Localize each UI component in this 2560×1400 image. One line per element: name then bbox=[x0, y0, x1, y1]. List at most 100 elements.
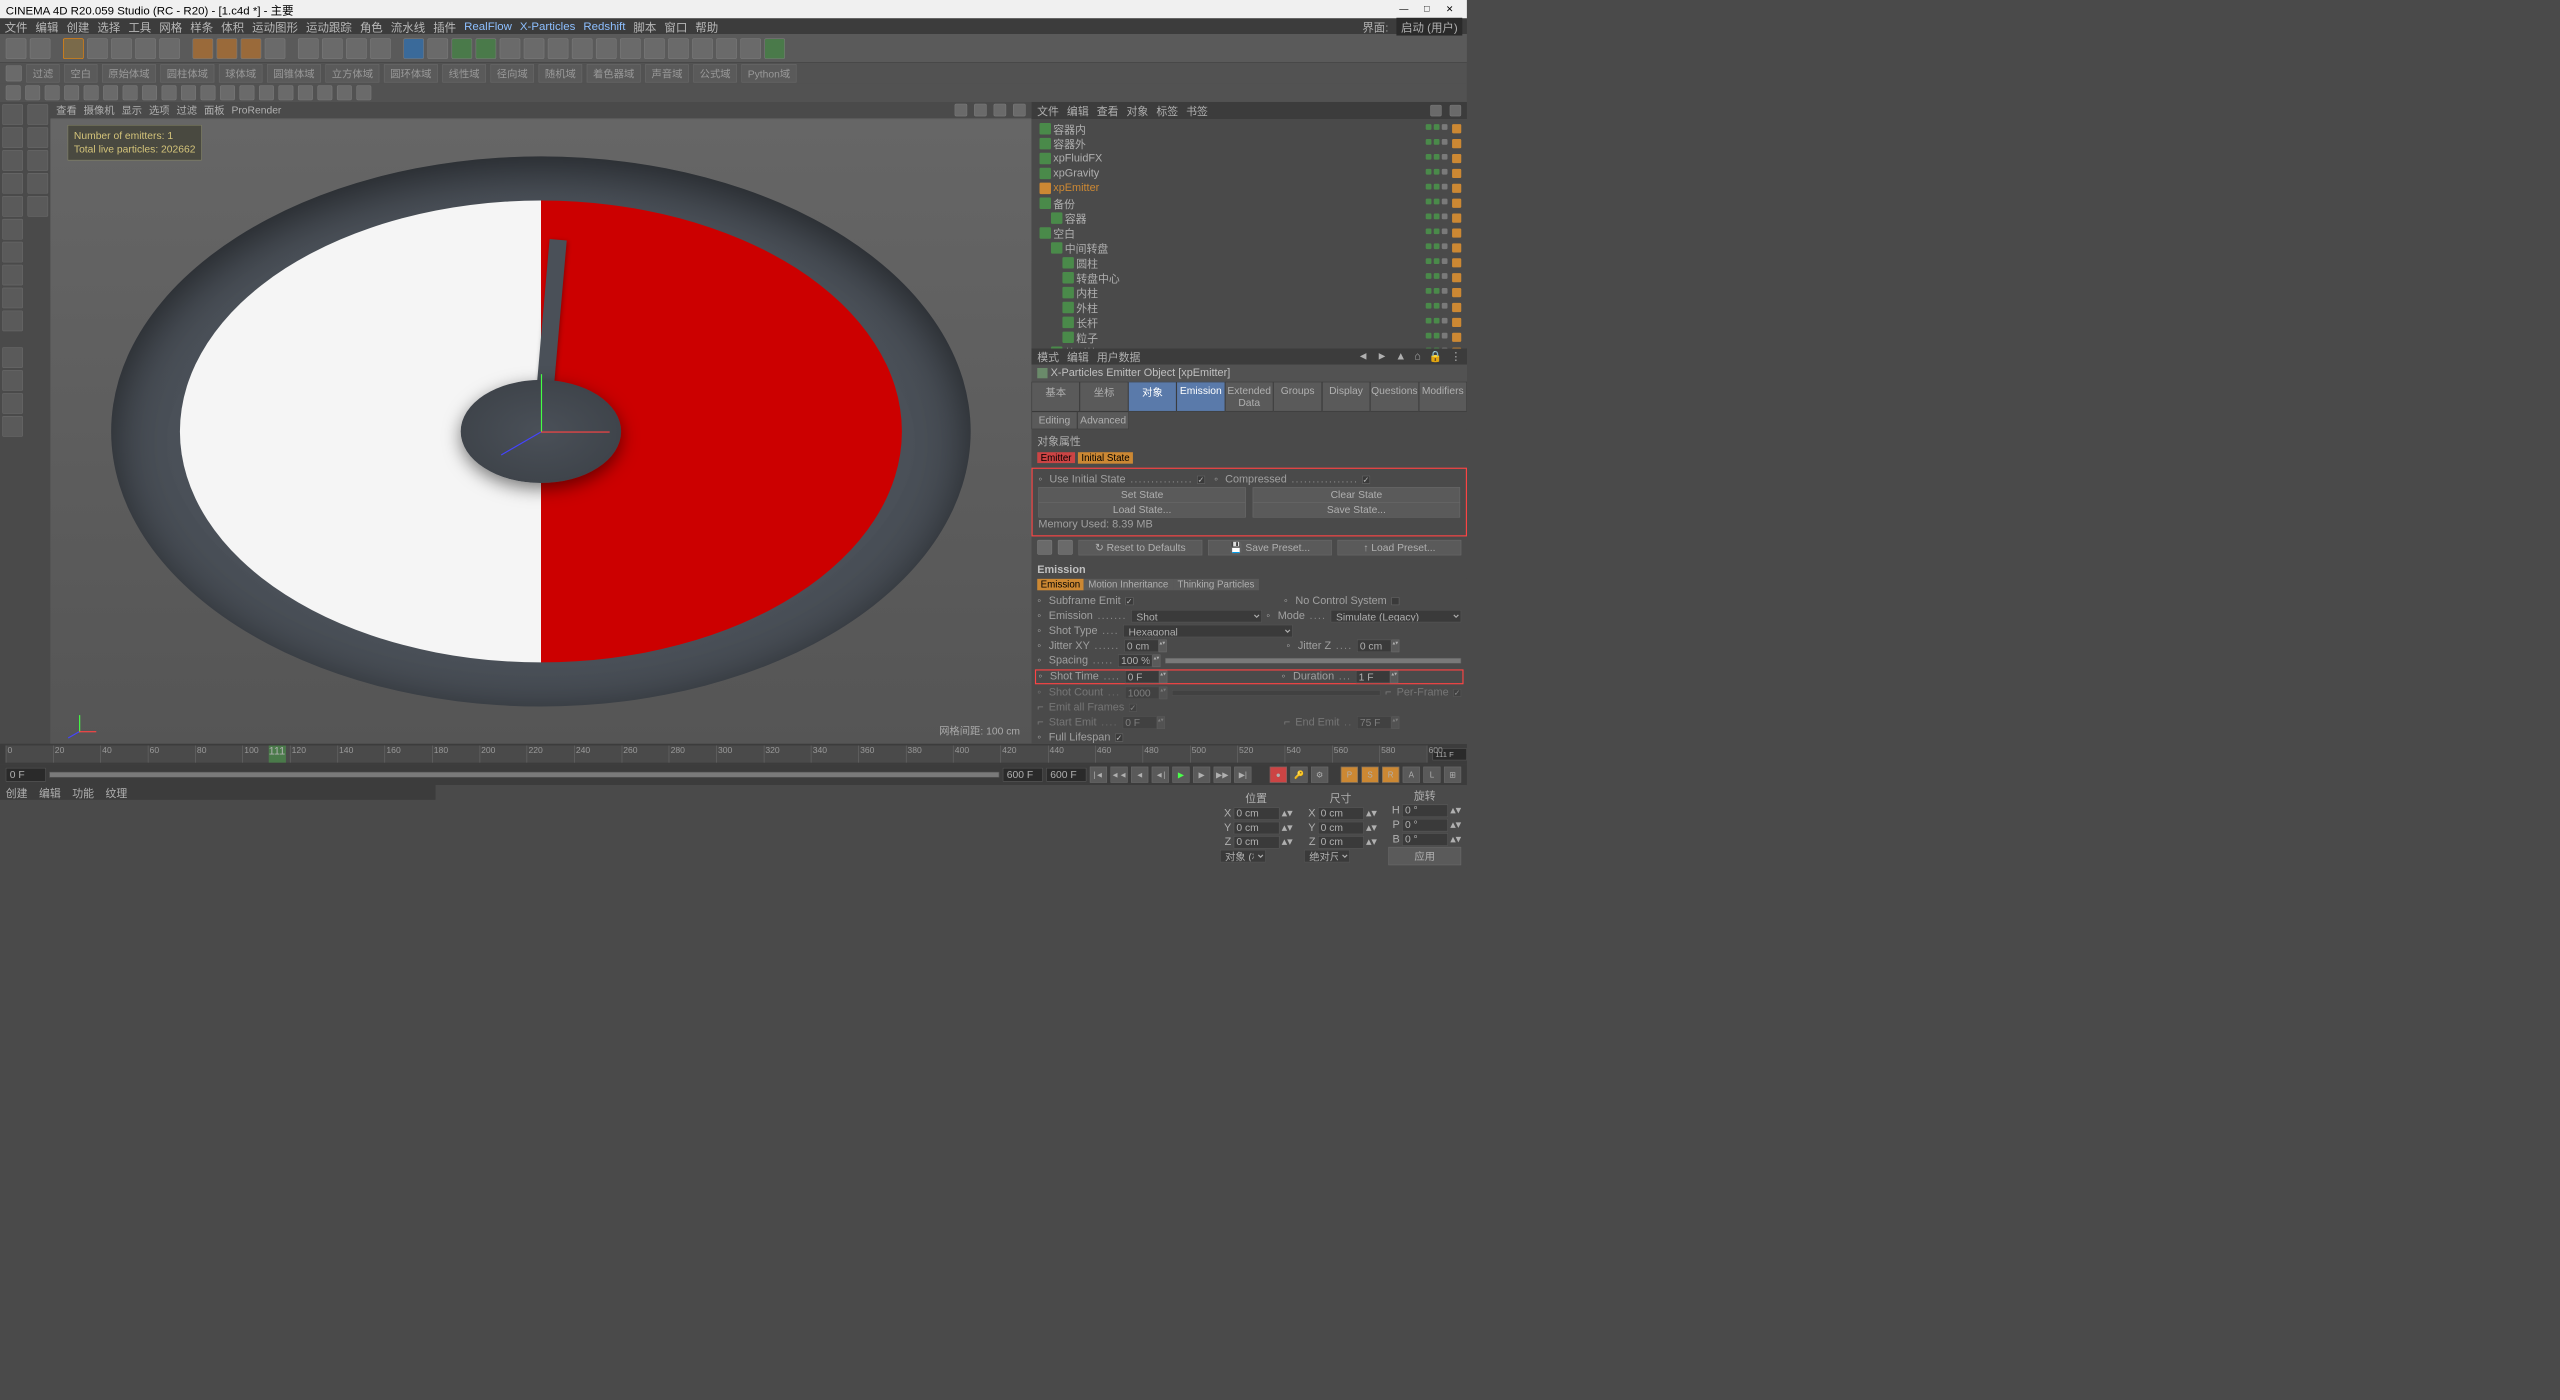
attr-fwd-icon[interactable]: ► bbox=[1376, 350, 1387, 363]
mod-10-icon[interactable] bbox=[181, 85, 196, 100]
object-row[interactable]: 容器 bbox=[1031, 211, 1466, 226]
subtool-sound[interactable]: 声音域 bbox=[645, 64, 689, 82]
playstart-input[interactable] bbox=[6, 768, 46, 782]
light-icon[interactable] bbox=[596, 38, 617, 59]
object-row[interactable]: 圆柱 bbox=[1031, 256, 1466, 271]
attr-up-icon[interactable]: ▲ bbox=[1395, 350, 1406, 363]
nocontrol-checkbox[interactable] bbox=[1391, 597, 1399, 605]
clear-state-button[interactable]: Clear State bbox=[1253, 487, 1460, 502]
subtool-formula[interactable]: 公式域 bbox=[693, 64, 737, 82]
vp-filter[interactable]: 过滤 bbox=[176, 103, 197, 118]
pos-x-input[interactable] bbox=[1234, 807, 1280, 820]
attr-lock-icon[interactable]: 🔒 bbox=[1429, 350, 1443, 364]
menu-select[interactable]: 选择 bbox=[97, 18, 120, 35]
range-slider[interactable] bbox=[49, 772, 999, 778]
attr-tab-groups[interactable]: Groups bbox=[1273, 382, 1321, 412]
menu-pipeline[interactable]: 流水线 bbox=[391, 18, 425, 35]
attr-tab-editing[interactable]: Editing bbox=[1031, 411, 1077, 429]
reset-defaults-button[interactable]: ↻ Reset to Defaults bbox=[1078, 539, 1202, 554]
object-row[interactable]: xpGravity bbox=[1031, 166, 1466, 181]
menu-redshift[interactable]: Redshift bbox=[583, 20, 625, 33]
object-row[interactable]: 容器内 bbox=[1031, 121, 1466, 136]
em-tab-emission[interactable]: Emission bbox=[1037, 579, 1083, 590]
autokey-icon[interactable]: 🔑 bbox=[1290, 767, 1307, 783]
mod-17-icon[interactable] bbox=[317, 85, 332, 100]
mod-11-icon[interactable] bbox=[201, 85, 216, 100]
mode-extra2-icon[interactable] bbox=[2, 370, 23, 391]
play-icon[interactable]: ▶ bbox=[1172, 767, 1189, 783]
playrange-end[interactable] bbox=[1003, 768, 1043, 782]
attr-tab-advanced[interactable]: Advanced bbox=[1077, 411, 1129, 429]
em-tab-motion[interactable]: Motion Inheritance bbox=[1084, 579, 1173, 590]
subtool-shader[interactable]: 着色器域 bbox=[587, 64, 641, 82]
subtool-sphere[interactable]: 球体域 bbox=[219, 64, 263, 82]
menu-xparticles[interactable]: X-Particles bbox=[520, 20, 575, 33]
undo-icon[interactable] bbox=[6, 38, 27, 59]
psr-icon[interactable] bbox=[620, 38, 641, 59]
camera-icon[interactable] bbox=[572, 38, 593, 59]
subtool-filter[interactable]: 过滤 bbox=[26, 64, 59, 82]
use-initial-checkbox[interactable] bbox=[1197, 476, 1205, 484]
menu-file[interactable]: 文件 bbox=[5, 18, 28, 35]
lt-move-icon[interactable] bbox=[28, 196, 49, 217]
object-row[interactable]: 备份 bbox=[1031, 196, 1466, 211]
help-icon[interactable] bbox=[1037, 540, 1052, 555]
set-state-button[interactable]: Set State bbox=[1038, 487, 1245, 502]
menu-realflow[interactable]: RealFlow bbox=[464, 20, 512, 33]
size-x-input[interactable] bbox=[1318, 807, 1364, 820]
menu-character[interactable]: 角色 bbox=[360, 18, 383, 35]
status-edit[interactable]: 编辑 bbox=[39, 785, 61, 800]
param-key-icon[interactable]: A bbox=[1403, 767, 1420, 783]
select-tool-icon[interactable] bbox=[63, 38, 84, 59]
rotate-tool-icon[interactable] bbox=[135, 38, 156, 59]
attr-back-icon[interactable]: ◄ bbox=[1358, 350, 1369, 363]
mod-2-icon[interactable] bbox=[25, 85, 40, 100]
om-edit[interactable]: 编辑 bbox=[1067, 103, 1089, 118]
goto-end-icon[interactable]: ▶| bbox=[1234, 767, 1251, 783]
volume-icon[interactable] bbox=[692, 38, 713, 59]
attr-mode[interactable]: 模式 bbox=[1037, 349, 1059, 364]
next-frame-icon[interactable]: ▶ bbox=[1193, 767, 1210, 783]
object-row[interactable]: 长杆 bbox=[1031, 315, 1466, 330]
mode-select[interactable]: Simulate (Legacy) bbox=[1331, 610, 1461, 623]
mode-extra1-icon[interactable] bbox=[2, 347, 23, 368]
render-region-icon[interactable] bbox=[322, 38, 343, 59]
mode-object-icon[interactable] bbox=[2, 150, 23, 171]
timeline[interactable]: 0204060801001201401601802002202402602803… bbox=[0, 744, 1467, 765]
mode-extra3-icon[interactable] bbox=[2, 393, 23, 414]
field-icon[interactable] bbox=[644, 38, 665, 59]
subtool-cone[interactable]: 圆锥体域 bbox=[267, 64, 321, 82]
status-func[interactable]: 功能 bbox=[72, 785, 94, 800]
save-state-button[interactable]: Save State... bbox=[1253, 502, 1460, 517]
subtool-radial[interactable]: 径向域 bbox=[490, 64, 534, 82]
lock-z-icon[interactable] bbox=[241, 38, 262, 59]
mode-texture-icon[interactable] bbox=[2, 127, 23, 148]
subtool-prim[interactable]: 原始体域 bbox=[102, 64, 156, 82]
om-tags[interactable]: 标签 bbox=[1156, 103, 1178, 118]
coord-sys-icon[interactable] bbox=[265, 38, 286, 59]
material-manager[interactable] bbox=[0, 800, 435, 852]
pla-key-icon[interactable]: L bbox=[1423, 767, 1440, 783]
timeline-ruler[interactable]: 0204060801001201401601802002202402602803… bbox=[6, 745, 1427, 762]
layout-value[interactable]: 启动 (用户) bbox=[1396, 17, 1462, 35]
lt-live-icon[interactable] bbox=[28, 104, 49, 125]
attr-tab-modifiers[interactable]: Modifiers bbox=[1418, 382, 1466, 412]
mode-uv-icon[interactable] bbox=[2, 242, 23, 263]
vp-display[interactable]: 显示 bbox=[121, 103, 142, 118]
record-icon[interactable]: ● bbox=[1270, 767, 1287, 783]
viewport[interactable]: 查看 摄像机 显示 选项 过滤 面板 ProRender bbox=[50, 102, 1031, 744]
object-tree[interactable]: 容器内容器外xpFluidFXxpGravityxpEmitter备份容器空白中… bbox=[1031, 119, 1466, 348]
bug-icon[interactable] bbox=[764, 38, 785, 59]
spline-primitive-icon[interactable] bbox=[427, 38, 448, 59]
recent-tool-icon[interactable] bbox=[159, 38, 180, 59]
redo-icon[interactable] bbox=[30, 38, 51, 59]
attr-menu-icon[interactable]: ⋮ bbox=[1450, 350, 1461, 363]
spacing-slider[interactable] bbox=[1165, 658, 1461, 664]
subtool-random[interactable]: 随机域 bbox=[539, 64, 583, 82]
playend-input[interactable] bbox=[1046, 768, 1086, 782]
object-row[interactable]: 容器外 bbox=[1031, 136, 1466, 151]
om-object[interactable]: 对象 bbox=[1127, 103, 1149, 118]
timeline-playhead[interactable]: 111 bbox=[269, 745, 286, 762]
attr-home-icon[interactable]: ⌂ bbox=[1414, 350, 1421, 363]
attr-tab-basic[interactable]: 基本 bbox=[1031, 382, 1079, 412]
